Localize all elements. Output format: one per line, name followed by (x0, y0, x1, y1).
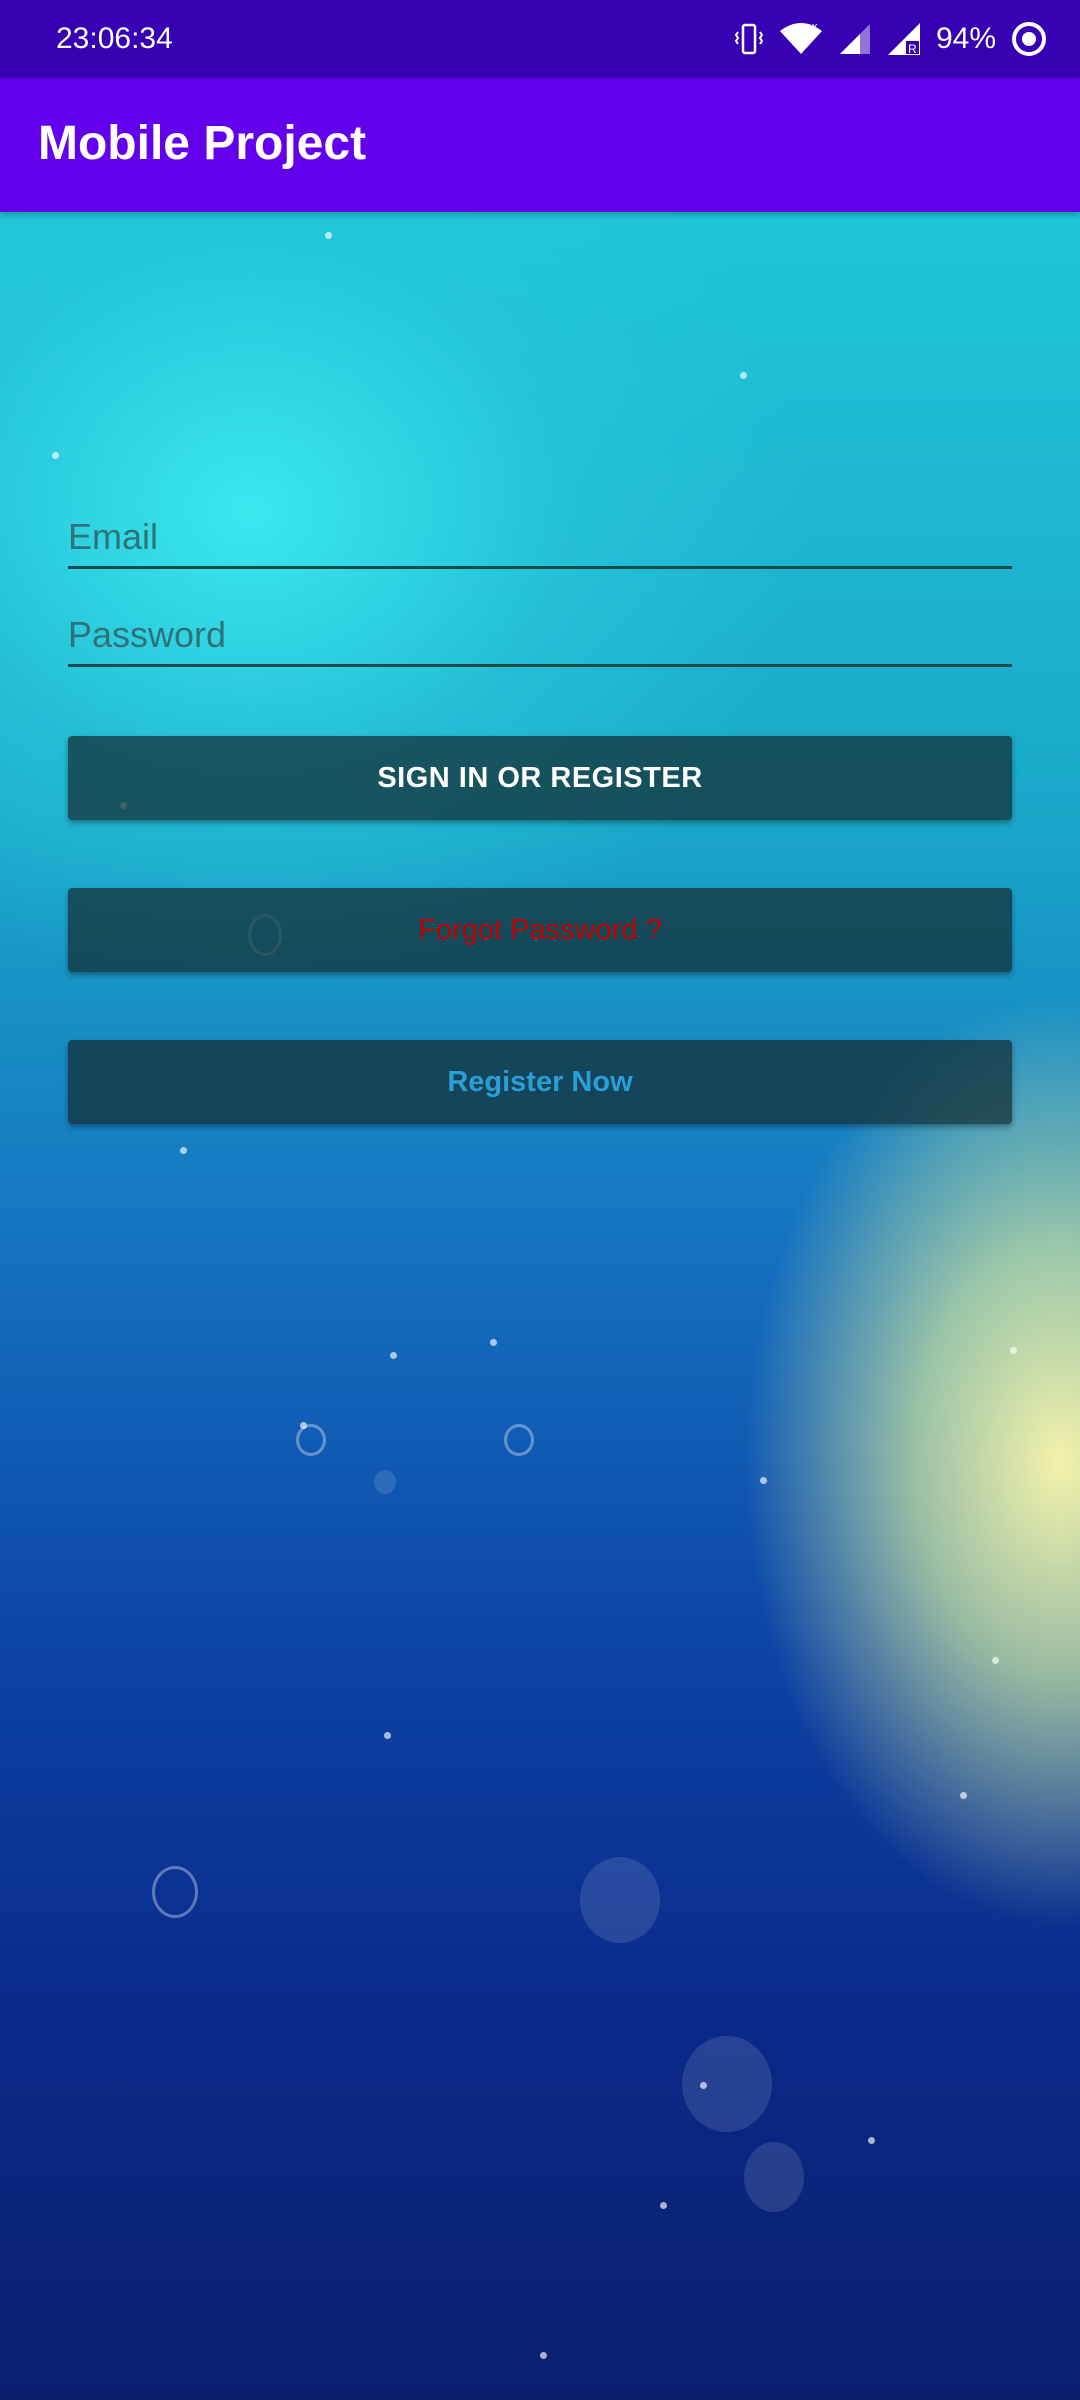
password-field[interactable] (68, 594, 1012, 667)
bubble (296, 1424, 326, 1456)
particle (700, 2082, 707, 2089)
cell-signal-icon (838, 22, 872, 56)
bubble (504, 1424, 534, 1456)
particle (960, 1792, 967, 1799)
forgot-password-button[interactable]: Forgot Password ? (68, 888, 1012, 972)
particle (300, 1422, 307, 1429)
sign-in-or-register-button[interactable]: SIGN IN OR REGISTER (68, 736, 1012, 820)
wifi-icon: x (778, 21, 824, 57)
battery-percentage: 94% (935, 22, 996, 55)
register-now-button[interactable]: Register Now (68, 1040, 1012, 1124)
svg-text:R: R (908, 42, 917, 56)
app-title: Mobile Project (38, 117, 367, 170)
particle (52, 452, 59, 459)
particle (992, 1657, 999, 1664)
sync-icon (1010, 20, 1048, 58)
password-input[interactable] (68, 614, 1012, 656)
particle (540, 2352, 547, 2359)
email-field[interactable] (68, 496, 1012, 569)
particle (390, 1352, 397, 1359)
particle (760, 1477, 767, 1484)
particle (868, 2137, 875, 2144)
vibrate-icon (734, 22, 764, 56)
register-now-label: Register Now (447, 1065, 633, 1098)
particle (325, 232, 332, 239)
bubble (374, 1470, 396, 1494)
bubble (744, 2142, 804, 2212)
particle (1010, 1347, 1017, 1354)
status-bar: 23:06:34 x R 94% (0, 0, 1080, 78)
bubble (152, 1866, 198, 1918)
status-icons: x R 94% (734, 18, 1048, 60)
particle (384, 1732, 391, 1739)
sign-in-button-label: SIGN IN OR REGISTER (377, 761, 703, 794)
particle (180, 1147, 187, 1154)
particle (490, 1339, 497, 1346)
particle (660, 2202, 667, 2209)
app-bar: Mobile Project (0, 78, 1080, 212)
bubble (580, 1857, 660, 1943)
email-input[interactable] (68, 516, 1012, 558)
svg-text:x: x (812, 21, 818, 33)
particle (740, 372, 747, 379)
bubble (682, 2036, 772, 2132)
forgot-password-label: Forgot Password ? (418, 913, 662, 946)
cell-signal-roaming-icon: R (886, 21, 922, 57)
login-screen: 23:06:34 x R 94% Mobile Project Email SI… (0, 0, 1080, 2400)
status-time: 23:06:34 (56, 22, 173, 55)
